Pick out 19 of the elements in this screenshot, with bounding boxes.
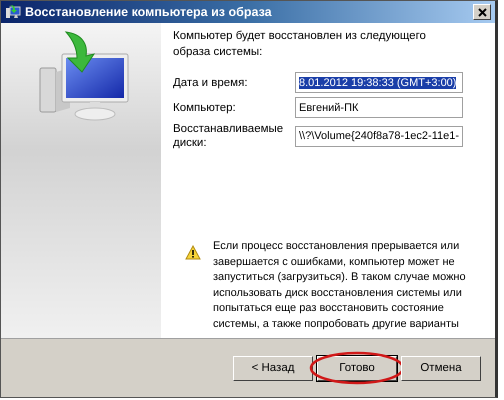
computer-icon [5, 4, 21, 20]
field-label: Дата и время: [173, 76, 249, 90]
field-label: Компьютер: [173, 100, 237, 114]
close-icon [478, 8, 486, 16]
close-button[interactable] [473, 4, 491, 20]
field-value: \\?\Volume{240f8a78-1ec2-11e1- [299, 130, 460, 142]
input-field[interactable]: Евгений-ПК [295, 97, 463, 118]
field-value: Евгений-ПК [299, 102, 358, 114]
input-field[interactable]: \\?\Volume{240f8a78-1ec2-11e1- [295, 126, 463, 146]
dialog-button[interactable]: Отмена [401, 356, 481, 380]
field-value: 8.01.2012 19:38:33 (GMT+3:00) [299, 76, 456, 88]
warning-icon [185, 245, 201, 260]
window-title: Восстановление компьютера из образа [25, 5, 273, 19]
input-field[interactable]: 8.01.2012 19:38:33 (GMT+3:00) [295, 72, 463, 93]
field-label: Восстанавливаемые диски: [173, 122, 284, 150]
intro-text: Компьютер будет восстановлен из следующего образа системы: [173, 29, 427, 60]
dialog-button[interactable]: Готово [317, 356, 397, 380]
warning-text: Если процесс восстановления прерывается или завершается с ошибками, компьютер может не запуститься (загрузиться). В таком случае можно использовать диск восстановления системы или попытаться еще раз восстановить состояние системы, а также попробовать другие варианты [213, 239, 467, 332]
dialog-button[interactable]: < Назад [233, 356, 313, 380]
